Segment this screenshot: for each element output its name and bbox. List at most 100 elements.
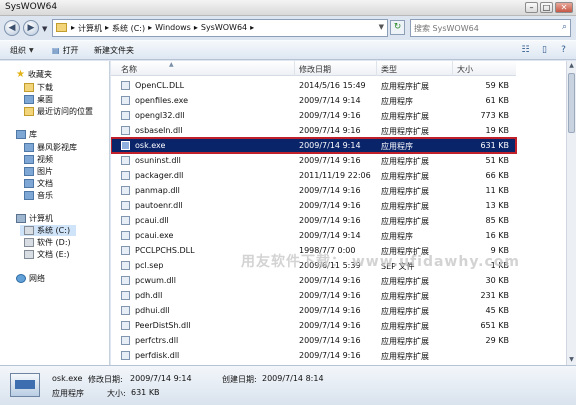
file-icon [121, 126, 130, 135]
column-header-date[interactable]: 修改日期 [299, 64, 331, 75]
refresh-icon: ↻ [393, 22, 402, 32]
file-row[interactable]: opengl32.dll 2009/7/14 9:16 应用程序扩展 773 KB [111, 108, 516, 123]
help-icon[interactable]: ? [557, 44, 570, 57]
nav-computer[interactable]: 计算机 [16, 213, 53, 224]
command-bar: 组织 ▼ ▤ 打开 新建文件夹 ☷ ▯ ? [0, 40, 576, 60]
file-row[interactable]: perfctrs.dll 2009/7/14 9:16 应用程序扩展 29 KB [111, 333, 516, 348]
maximize-button[interactable]: □ [540, 2, 553, 13]
breadcrumb-item[interactable]: 系统 (C:) [112, 23, 145, 34]
computer-icon [16, 214, 26, 223]
nav-item-downloads[interactable]: 下载 [24, 82, 53, 93]
file-row[interactable]: pcwum.dll 2009/7/14 9:16 应用程序扩展 30 KB [111, 273, 516, 288]
file-row[interactable]: pcl.sep 2009/6/11 5:39 SEP 文件 1 KB [111, 258, 516, 273]
scroll-down-icon[interactable]: ▼ [567, 355, 576, 365]
nav-libraries-label: 库 [29, 130, 37, 139]
breadcrumb-separator: ▸ [250, 23, 255, 32]
file-icon [121, 141, 130, 150]
file-row[interactable]: pdhui.dll 2009/7/14 9:16 应用程序扩展 45 KB [111, 303, 516, 318]
file-row[interactable]: osuninst.dll 2009/7/14 9:16 应用程序扩展 51 KB [111, 153, 516, 168]
scroll-thumb[interactable] [568, 73, 575, 133]
file-row[interactable]: PeerDistSh.dll 2009/7/14 9:16 应用程序扩展 651 KB [111, 318, 516, 333]
file-size: 29 KB [485, 336, 509, 345]
file-icon [121, 291, 130, 300]
file-row[interactable]: pdh.dll 2009/7/14 9:16 应用程序扩展 231 KB [111, 288, 516, 303]
breadcrumb-separator: ▸ [71, 23, 76, 32]
preview-pane-icon[interactable]: ▯ [538, 44, 551, 57]
file-row-selected[interactable]: osk.exe 2009/7/14 9:14 应用程序 631 KB [111, 137, 517, 154]
file-date: 2009/7/14 9:16 [299, 111, 361, 120]
details-size-value: 631 KB [131, 388, 160, 397]
nav-item-recent[interactable]: 最近访问的位置 [24, 106, 93, 117]
vertical-scrollbar[interactable]: ▲ ▼ [566, 61, 576, 365]
file-type: 应用程序扩展 [381, 157, 429, 166]
file-size: 773 KB [480, 111, 509, 120]
file-type: 应用程序 [381, 97, 413, 106]
column-header-name[interactable]: 名称 [121, 64, 137, 75]
file-size: 19 KB [485, 126, 509, 135]
breadcrumb-item[interactable]: Windows [155, 23, 191, 34]
nav-item-label: 最近访问的位置 [37, 107, 93, 116]
nav-item-drive-c[interactable]: 系统 (C:) [20, 225, 76, 236]
file-icon [121, 276, 130, 285]
forward-button[interactable]: ▶ [23, 20, 39, 36]
close-button[interactable]: ✕ [555, 2, 573, 13]
nav-item-videos[interactable]: 视频 [24, 154, 53, 165]
minimize-button[interactable]: – [525, 2, 538, 13]
file-size: 13 KB [485, 201, 509, 210]
file-row[interactable]: perfdisk.dll 2009/7/14 9:16 应用程序扩展 [111, 348, 516, 363]
search-input[interactable] [414, 22, 552, 34]
breadcrumb-separator: ▸ [105, 23, 110, 32]
nav-item-baofeng[interactable]: 暴风影视库 [24, 142, 77, 153]
file-icon [121, 306, 130, 315]
file-row[interactable]: PCCLPCHS.DLL 1998/7/7 0:00 应用程序扩展 9 KB [111, 243, 516, 258]
file-date: 2009/7/14 9:16 [299, 126, 361, 135]
recent-pages-dropdown[interactable]: ▼ [42, 25, 47, 33]
file-row[interactable]: pautoenr.dll 2009/7/14 9:16 应用程序扩展 13 KB [111, 198, 516, 213]
file-row[interactable]: pcaui.exe 2009/7/14 9:14 应用程序 16 KB [111, 228, 516, 243]
nav-item-drive-d[interactable]: 软件 (D:) [24, 237, 71, 248]
column-headers: ▲ 名称 修改日期 类型 大小 [111, 61, 516, 76]
nav-network[interactable]: 网络 [16, 273, 45, 284]
nav-item-desktop[interactable]: 桌面 [24, 94, 53, 105]
breadcrumb-item[interactable]: 计算机 [78, 23, 102, 34]
column-header-type[interactable]: 类型 [381, 64, 397, 75]
address-bar[interactable]: ▸ 计算机 ▸ 系统 (C:) ▸ Windows ▸ SysWOW64 ▸ ▼ [52, 19, 388, 37]
address-dropdown-icon[interactable]: ▼ [379, 23, 384, 31]
organize-button[interactable]: 组织 ▼ [10, 45, 34, 56]
view-options-icon[interactable]: ☷ [519, 44, 532, 57]
file-date: 2009/7/14 9:16 [299, 351, 361, 360]
file-row[interactable]: openfiles.exe 2009/7/14 9:14 应用程序 61 KB [111, 93, 516, 108]
keyboard-app-icon [10, 373, 40, 397]
chevron-down-icon: ▼ [29, 47, 34, 54]
file-icon [121, 201, 130, 210]
file-date: 2009/7/14 9:16 [299, 336, 361, 345]
search-icon[interactable]: ⌕ [562, 22, 567, 32]
nav-item-music[interactable]: 音乐 [24, 190, 53, 201]
nav-item-documents[interactable]: 文档 [24, 178, 53, 189]
file-row[interactable]: OpenCL.DLL 2014/5/16 15:49 应用程序扩展 59 KB [111, 78, 516, 93]
new-folder-button[interactable]: 新建文件夹 [94, 45, 134, 56]
nav-favorites[interactable]: ★ 收藏夹 [16, 69, 52, 80]
breadcrumb-item[interactable]: SysWOW64 [201, 23, 247, 34]
file-row[interactable]: panmap.dll 2009/7/14 9:16 应用程序扩展 11 KB [111, 183, 516, 198]
column-header-size[interactable]: 大小 [457, 64, 473, 75]
file-icon [121, 171, 130, 180]
nav-item-drive-e[interactable]: 文档 (E:) [24, 249, 70, 260]
open-button[interactable]: ▤ 打开 [52, 45, 79, 56]
file-name: perfctrs.dll [135, 336, 179, 345]
file-row[interactable]: osbaseln.dll 2009/7/14 9:16 应用程序扩展 19 KB [111, 123, 516, 138]
refresh-button[interactable]: ↻ [390, 20, 405, 35]
file-name: PeerDistSh.dll [135, 321, 191, 330]
nav-item-pictures[interactable]: 图片 [24, 166, 53, 177]
recent-places-icon [24, 107, 34, 116]
nav-libraries[interactable]: 库 [16, 129, 37, 140]
file-row[interactable]: packager.dll 2011/11/19 22:06 应用程序扩展 66 KB [111, 168, 516, 183]
desktop-icon [24, 95, 34, 104]
file-row[interactable]: pcaui.dll 2009/7/14 9:16 应用程序扩展 85 KB [111, 213, 516, 228]
file-icon [121, 261, 130, 270]
scroll-up-icon[interactable]: ▲ [567, 61, 576, 71]
network-icon [16, 274, 26, 283]
back-button[interactable]: ◀ [4, 20, 20, 36]
navigation-pane: ★ 收藏夹 下载 桌面 最近访问的位置 库 暴风影视库 视频 图片 文档 音乐 … [0, 61, 110, 365]
file-type: 应用程序扩展 [381, 277, 429, 286]
